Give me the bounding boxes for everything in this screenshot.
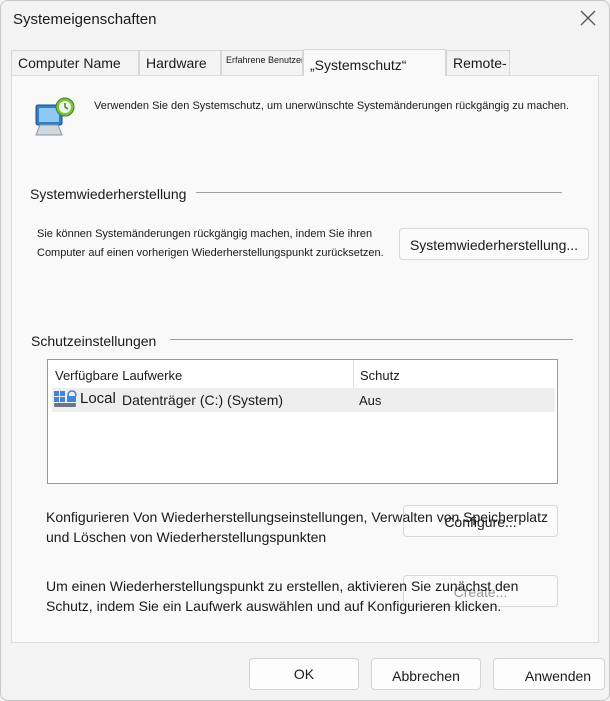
tab-label: Hardware: [146, 55, 207, 71]
column-header-protection[interactable]: Schutz: [360, 368, 400, 383]
tab-computer-name[interactable]: Computer Name: [11, 50, 139, 75]
configure-text-line1: Konfigurieren Von Wiederherstellungseins…: [46, 509, 548, 525]
drive-prefix: Local: [80, 390, 116, 407]
title-bar: Systemeigenschaften: [1, 1, 609, 37]
dialog-window: Systemeigenschaften Computer Name Hardwa…: [0, 0, 610, 701]
create-text-line1: Um einen Wiederherstellungspunkt zu erst…: [46, 578, 519, 594]
protection-group-divider: [170, 339, 573, 340]
tab-panel: Verwenden Sie den Systemschutz, um unerw…: [11, 75, 599, 643]
drives-list[interactable]: Verfügbare Laufwerke Schutz Local Datent…: [47, 359, 558, 484]
tab-label: Remote-: [453, 55, 507, 71]
ok-button[interactable]: OK: [249, 658, 359, 690]
column-divider: [353, 360, 354, 388]
button-label: OK: [293, 666, 315, 682]
system-restore-button[interactable]: Systemwiederherstellung...: [399, 228, 589, 260]
intro-text: Verwenden Sie den Systemschutz, um unerw…: [94, 100, 570, 112]
restore-text-line2: Computer auf einen vorherigen Wiederhers…: [37, 247, 384, 259]
tab-system-protection[interactable]: „Systemschutz“: [303, 49, 446, 76]
apply-button[interactable]: Anwenden: [493, 658, 605, 690]
tab-label: „Systemschutz“: [310, 57, 407, 73]
table-row[interactable]: Local Datenträger (C:) (System) Aus: [52, 388, 555, 412]
configure-text-line2: und Löschen von Wiederherstellungspunkte…: [46, 529, 327, 545]
restore-text-line1: Sie können Systemänderungen rückgängig m…: [37, 228, 373, 240]
button-label: Anwenden: [524, 668, 592, 684]
drive-name: Datenträger (C:) (System): [122, 392, 284, 408]
tab-label: Computer Name: [18, 55, 121, 71]
window-title: Systemeigenschaften: [13, 11, 157, 28]
column-header-drives[interactable]: Verfügbare Laufwerke: [55, 368, 182, 383]
tab-label: Erfahrene Benutzer: [226, 55, 303, 65]
restore-group-divider: [196, 192, 562, 193]
cancel-button[interactable]: Abbrechen: [371, 658, 481, 690]
system-protection-icon: [35, 97, 75, 136]
button-label: Abbrechen: [392, 668, 460, 684]
protection-heading: Schutzeinstellungen: [31, 333, 157, 349]
drive-protection-status: Aus: [359, 393, 382, 408]
tab-advanced[interactable]: Erfahrene Benutzer: [221, 50, 303, 75]
tab-remote[interactable]: Remote-: [446, 50, 510, 75]
drive-icon: [54, 390, 77, 407]
restore-heading: Systemwiederherstellung: [30, 186, 187, 202]
close-icon[interactable]: [577, 7, 599, 29]
create-text-line2: Schutz, indem Sie ein Laufwerk auswählen…: [46, 598, 502, 614]
tab-hardware[interactable]: Hardware: [139, 50, 221, 75]
button-label: Systemwiederherstellung...: [409, 237, 579, 253]
